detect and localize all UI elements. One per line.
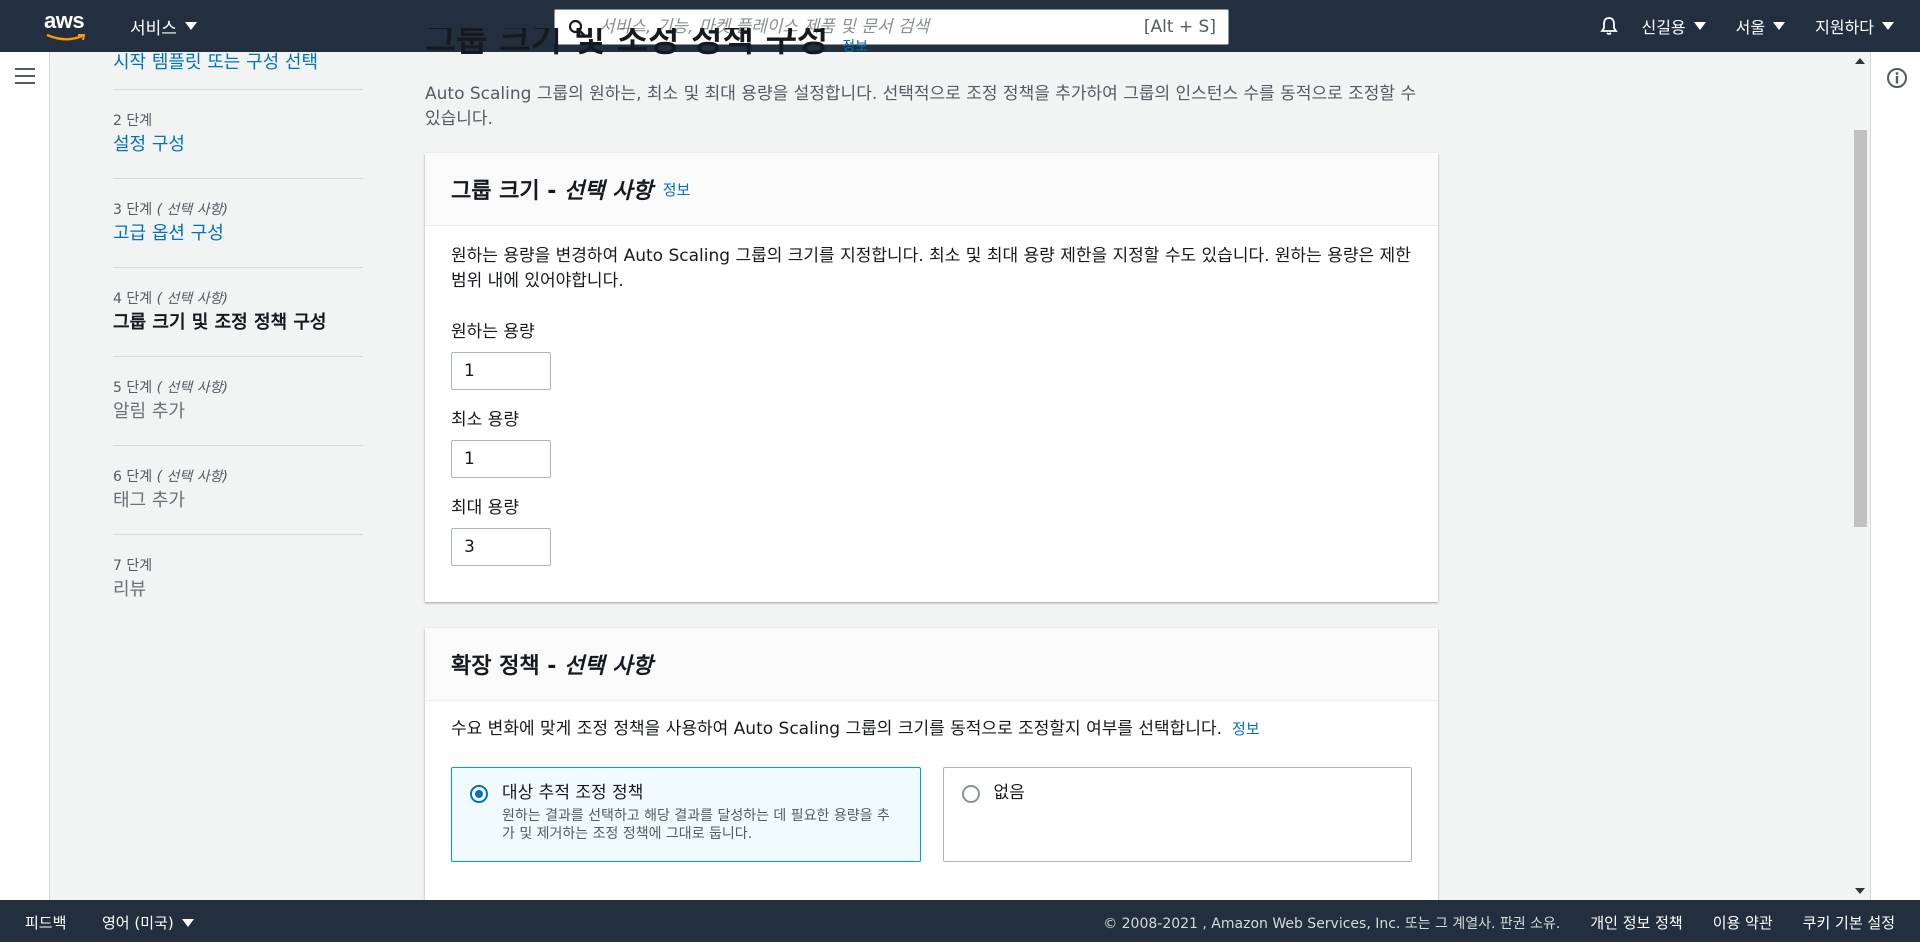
support-menu-label: 지원하다 bbox=[1815, 18, 1874, 37]
max-capacity-input[interactable] bbox=[451, 528, 551, 566]
caret-down-icon bbox=[1882, 22, 1894, 30]
caret-down-icon bbox=[1773, 22, 1786, 30]
privacy-policy-link[interactable]: 개인 정보 정책 bbox=[1590, 912, 1682, 933]
language-selector[interactable]: 영어 (미국) bbox=[102, 912, 194, 933]
scaling-policy-title: 확장 정책 - 선택 사항 bbox=[451, 654, 653, 679]
aws-smile-icon bbox=[46, 34, 86, 41]
services-label: 서비스 bbox=[130, 18, 177, 39]
cookie-preferences-link[interactable]: 쿠키 기본 설정 bbox=[1803, 912, 1895, 933]
caret-down-icon bbox=[1693, 22, 1706, 30]
top-navigation: aws 서비스 [Alt + S] 신길용 서울 지원하다 bbox=[0, 0, 1920, 52]
wizard-step-7: 7 단계 리뷰 bbox=[113, 535, 363, 624]
step-number: 7 단계 bbox=[113, 558, 153, 574]
step-optional-label: ( 선택 사항) bbox=[156, 469, 228, 485]
option-title: 없음 bbox=[993, 783, 1025, 803]
scaling-policy-panel-header: 확장 정책 - 선택 사항 bbox=[425, 628, 1438, 701]
group-size-panel: 그룹 크기 - 선택 사항 정보 원하는 용량을 변경하여 Auto Scali… bbox=[425, 153, 1438, 602]
bell-icon[interactable] bbox=[1599, 16, 1619, 36]
caret-down-icon bbox=[184, 22, 197, 30]
step-number: 3 단계 ( 선택 사항) bbox=[113, 202, 228, 218]
step-title: 리뷰 bbox=[113, 579, 147, 600]
step-title[interactable]: 설정 구성 bbox=[113, 132, 363, 158]
wizard-steps: 시작 템플릿 또는 구성 선택 2 단계 설정 구성 3 단계 ( 선택 사항)… bbox=[113, 52, 363, 624]
hamburger-menu-icon[interactable] bbox=[15, 68, 35, 86]
radio-checked-icon[interactable] bbox=[470, 785, 488, 803]
group-size-info-link[interactable]: 정보 bbox=[663, 179, 691, 200]
scroll-up-arrow-icon[interactable] bbox=[1855, 58, 1865, 64]
step-number: 4 단계 ( 선택 사항) bbox=[113, 291, 228, 307]
scroll-down-arrow-icon[interactable] bbox=[1855, 888, 1865, 894]
radio-unchecked-icon[interactable] bbox=[961, 785, 980, 803]
max-capacity-label: 최대 용량 bbox=[451, 498, 519, 518]
option-description: 원하는 결과를 선택하고 해당 결과를 달성하는 데 필요한 용량을 추가 및 … bbox=[502, 808, 890, 842]
step-optional-label: ( 선택 사항) bbox=[156, 291, 228, 307]
step-title: 태그 추가 bbox=[113, 490, 185, 511]
left-navigation-rail bbox=[0, 52, 50, 900]
scaling-policy-info-link[interactable]: 정보 bbox=[1232, 720, 1260, 738]
wizard-step-6: 6 단계 ( 선택 사항) 태그 추가 bbox=[113, 446, 363, 535]
language-label: 영어 (미국) bbox=[102, 914, 174, 932]
wizard-step-4: 4 단계 ( 선택 사항) 그룹 크기 및 조정 정책 구성 bbox=[113, 268, 363, 357]
terms-link[interactable]: 이용 약관 bbox=[1713, 912, 1773, 933]
wizard-step-5: 5 단계 ( 선택 사항) 알림 추가 bbox=[113, 357, 363, 446]
step-number: 6 단계 ( 선택 사항) bbox=[113, 469, 228, 485]
aws-logo[interactable]: aws bbox=[44, 10, 90, 44]
option-title: 대상 추적 조정 정책 bbox=[502, 783, 644, 803]
group-size-panel-header: 그룹 크기 - 선택 사항 정보 bbox=[425, 153, 1438, 226]
step-number: 2 단계 bbox=[113, 113, 153, 129]
step-optional-label: ( 선택 사항) bbox=[156, 380, 228, 396]
region-menu[interactable]: 서울 bbox=[1735, 14, 1786, 38]
support-menu[interactable]: 지원하다 bbox=[1815, 14, 1894, 38]
step-title[interactable]: 시작 템플릿 또는 구성 선택 bbox=[113, 52, 318, 76]
step-title-current: 그룹 크기 및 조정 정책 구성 bbox=[113, 312, 327, 333]
info-circle-icon[interactable] bbox=[1886, 67, 1908, 89]
step-title[interactable]: 고급 옵션 구성 bbox=[113, 221, 363, 247]
scaling-policy-description: 수요 변화에 맞게 조정 정책을 사용하여 Auto Scaling 그룹의 크… bbox=[451, 719, 1260, 739]
target-tracking-option[interactable]: 대상 추적 조정 정책 원하는 결과를 선택하고 해당 결과를 달성하는 데 필… bbox=[451, 767, 921, 862]
right-help-rail bbox=[1870, 52, 1920, 900]
group-size-title: 그룹 크기 - 선택 사항 bbox=[451, 179, 653, 204]
min-capacity-label: 최소 용량 bbox=[451, 410, 519, 430]
caret-down-icon bbox=[181, 918, 194, 927]
step-optional-label: ( 선택 사항) bbox=[156, 202, 228, 218]
wizard-step-3[interactable]: 3 단계 ( 선택 사항) 고급 옵션 구성 bbox=[113, 179, 363, 268]
footer: 피드백 영어 (미국) © 2008-2021 , Amazon Web Ser… bbox=[0, 900, 1920, 942]
user-menu[interactable]: 신길용 bbox=[1641, 14, 1706, 38]
footer-links: © 2008-2021 , Amazon Web Services, Inc. … bbox=[1103, 912, 1895, 933]
desired-capacity-label: 원하는 용량 bbox=[451, 322, 535, 342]
services-menu[interactable]: 서비스 bbox=[130, 0, 197, 52]
user-menu-label: 신길용 bbox=[1641, 18, 1686, 37]
wizard-step-2[interactable]: 2 단계 설정 구성 bbox=[113, 90, 363, 179]
copyright-text: © 2008-2021 , Amazon Web Services, Inc. … bbox=[1103, 915, 1561, 932]
page-intro: Auto Scaling 그룹의 원하는, 최소 및 최대 용량을 설정합니다.… bbox=[425, 84, 1417, 129]
region-menu-label: 서울 bbox=[1735, 18, 1766, 37]
feedback-link[interactable]: 피드백 bbox=[25, 912, 66, 933]
aws-logo-text: aws bbox=[44, 8, 85, 33]
page-title-info-link[interactable]: 정보 bbox=[842, 39, 868, 55]
wizard-step-1[interactable]: 시작 템플릿 또는 구성 선택 bbox=[113, 52, 363, 90]
scrollbar-thumb[interactable] bbox=[1854, 130, 1867, 527]
step-number: 5 단계 ( 선택 사항) bbox=[113, 380, 228, 396]
desired-capacity-input[interactable] bbox=[451, 352, 551, 390]
nav-right-group: 신길용 서울 지원하다 bbox=[1599, 0, 1894, 52]
page-scrollbar[interactable] bbox=[1850, 52, 1870, 900]
scaling-policy-panel: 확장 정책 - 선택 사항 수요 변화에 맞게 조정 정책을 사용하여 Auto… bbox=[425, 628, 1438, 900]
group-size-description: 원하는 용량을 변경하여 Auto Scaling 그룹의 크기를 지정합니다.… bbox=[451, 246, 1411, 291]
no-policy-option[interactable]: 없음 bbox=[942, 767, 1412, 862]
min-capacity-input[interactable] bbox=[451, 440, 551, 478]
scaling-policy-options: 대상 추적 조정 정책 원하는 결과를 선택하고 해당 결과를 달성하는 데 필… bbox=[451, 767, 1412, 862]
search-shortcut-hint: [Alt + S] bbox=[1143, 17, 1216, 37]
step-title: 알림 추가 bbox=[113, 401, 185, 422]
